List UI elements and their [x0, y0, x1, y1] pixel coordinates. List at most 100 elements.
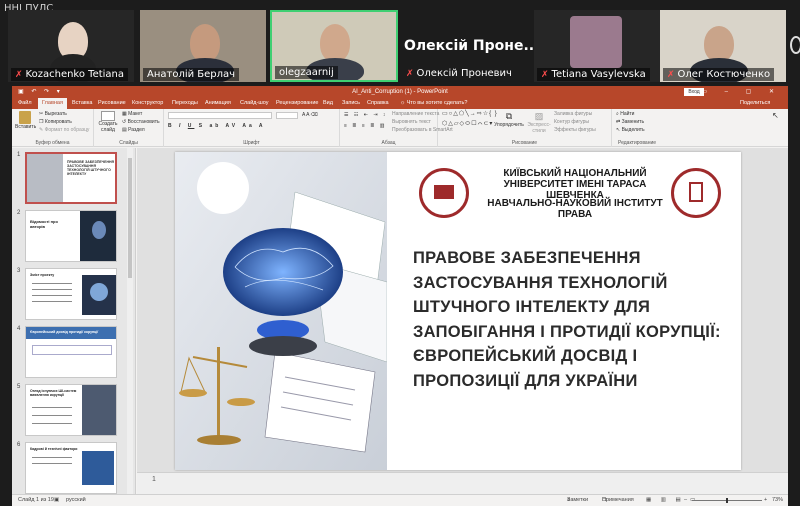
mic-off-icon: ✗	[667, 70, 675, 80]
tell-me-search[interactable]: ☼ Что вы хотите сделать?	[400, 98, 467, 109]
format-painter-button[interactable]: ✎ Формат по образцу	[39, 127, 89, 133]
replace-button[interactable]: ⇄ Заменить	[616, 119, 644, 125]
participant-tile-3[interactable]: olegzaarnij	[270, 10, 398, 82]
slide-thumbnail-1[interactable]: ПРАВОВЕ ЗАБЕЗПЕЧЕННЯ ЗАСТОСУВАННЯ ТЕХНОЛ…	[25, 152, 117, 204]
section-button[interactable]: ▤ Раздел	[122, 127, 145, 133]
cut-button[interactable]: ✂ Вырезать	[39, 111, 67, 117]
thumbnail-image	[82, 451, 114, 485]
tab-insert[interactable]: Вставка	[72, 98, 92, 109]
shape-effects-button[interactable]: Эффекты фигуры	[554, 127, 596, 133]
font-size-controls[interactable]: A A ⌫	[302, 112, 318, 118]
seal-building-icon	[434, 185, 454, 199]
font-size-select[interactable]	[276, 112, 298, 119]
participant-tile-5[interactable]: ✗ Tetiana Vasylevska	[534, 10, 660, 82]
zoom-level[interactable]: 73%	[772, 495, 783, 506]
tab-help[interactable]: Справка	[367, 98, 389, 109]
language-indicator[interactable]: русский	[66, 495, 86, 506]
zoom-out-button[interactable]: –	[684, 495, 687, 506]
status-bar: Слайд 1 из 19 ▣ русский ≡ Заметки ▭ Прим…	[12, 494, 788, 506]
share-button[interactable]: Поделиться	[740, 98, 770, 109]
tab-home[interactable]: Главная	[38, 98, 67, 109]
group-label: Шрифт	[243, 140, 260, 146]
current-slide[interactable]: КИЇВСЬКИЙ НАЦІОНАЛЬНИЙ УНІВЕРСИТЕТ ІМЕНІ…	[175, 152, 741, 470]
group-label: Редактирование	[617, 140, 657, 146]
reset-button[interactable]: ↺ Восстановить	[122, 119, 160, 125]
conference-menu-icon[interactable]	[790, 36, 800, 54]
font-family-select[interactable]	[168, 112, 272, 119]
tab-draw[interactable]: Рисование	[98, 98, 126, 109]
layout-button[interactable]: ▦ Макет	[122, 111, 142, 117]
group-slides: Создать слайд ▦ Макет ↺ Восстановить ▤ Р…	[94, 109, 164, 147]
tab-review[interactable]: Рецензирование	[276, 98, 318, 109]
thumbnail-caption: Європейський досвід протидії корупції	[30, 330, 99, 334]
copy-button[interactable]: ❐ Копировать	[39, 119, 72, 125]
group-label: Слайды	[119, 140, 138, 146]
collapse-ribbon-icon[interactable]: ↖	[772, 112, 779, 120]
new-slide-button[interactable]: Создать слайд	[97, 111, 119, 133]
notes-pane[interactable]	[137, 472, 788, 494]
title-bar: ▣ ↶ ↷ ▾ AI_Anti_Corruption (1) - PowerPo…	[12, 86, 788, 98]
quick-styles-button[interactable]: ▨ Экспресс-стили	[526, 111, 552, 134]
thumbnail-number: 1	[17, 152, 21, 158]
participant-name: ✗ Tetiana Vasylevska	[537, 68, 650, 81]
university-seal-logo	[419, 168, 469, 218]
zoom-slider-handle[interactable]	[726, 498, 728, 503]
thumbnail-text-line	[32, 457, 72, 458]
shape-fill-button[interactable]: Заливка фигуры	[554, 111, 592, 117]
participant-name: ✗ Олег Костюченко	[663, 68, 775, 81]
scrollbar-thumb[interactable]	[128, 158, 132, 278]
list-buttons[interactable]: ☰ ☷ ⇤ ⇥ ↕	[344, 112, 387, 118]
tab-view[interactable]: Вид	[323, 98, 333, 109]
participant-tile-6[interactable]: ✗ Олег Костюченко	[660, 10, 786, 82]
participant-tile-1[interactable]: ✗ Kozachenko Tetiana	[8, 10, 134, 82]
tab-file[interactable]: Файл	[18, 98, 32, 109]
slide-thumbnail-4[interactable]: Європейський досвід протидії корупції	[25, 326, 117, 378]
font-format-buttons[interactable]: B I U S ab AV Aa A	[168, 123, 266, 129]
align-buttons[interactable]: ≡ ≣ ≡ ≣ ▥	[344, 123, 387, 129]
participant-name: Анатолій Берлач	[143, 68, 240, 81]
institute-seal-logo	[671, 168, 721, 218]
ribbon-tabs: Файл Главная Вставка Рисование Конструкт…	[12, 98, 788, 109]
align-text-button[interactable]: Выровнять текст	[392, 119, 431, 125]
paste-button[interactable]: Вставить	[15, 111, 36, 130]
slide-title[interactable]: ПРАВОВЕ ЗАБЕЗПЕЧЕННЯ ЗАСТОСУВАННЯ ТЕХНОЛ…	[413, 246, 733, 393]
powerpoint-window: ▣ ↶ ↷ ▾ AI_Anti_Corruption (1) - PowerPo…	[12, 86, 788, 506]
participant-avatar	[570, 16, 622, 68]
new-slide-icon	[101, 111, 115, 121]
tab-slideshow[interactable]: Слайд-шоу	[240, 98, 269, 109]
participant-tile-2[interactable]: Анатолій Берлач	[140, 10, 266, 82]
slide-thumbnail-3[interactable]: Зміст проекту	[25, 268, 117, 320]
arrange-button[interactable]: ⧉ Упорядочить	[494, 111, 524, 128]
thumbnails-scrollbar[interactable]	[127, 148, 133, 494]
slide-thumbnail-5[interactable]: Огляд існуючих ШІ-систем виявлення коруп…	[25, 384, 117, 436]
slide-thumbnail-6[interactable]: Кадрові й технічні фактори	[25, 442, 117, 494]
shapes-gallery[interactable]: ▭○△⬠╲→⇨☆{ }	[442, 111, 498, 117]
slide-position: Слайд 1 из 19	[18, 497, 54, 503]
group-drawing: ▭○△⬠╲→⇨☆{ } ⬡△▱◇⬭☐⌒⊂▾ ⧉ Упорядочить ▨ Эк…	[438, 109, 612, 147]
video-conference-strip: ННІ ПУЛС ✗ Kozachenko Tetiana Анатолій Бе…	[0, 0, 800, 86]
shape-outline-button[interactable]: Контур фигуры	[554, 119, 589, 125]
tab-design[interactable]: Конструктор	[132, 98, 163, 109]
thumbnail-text-line	[32, 295, 72, 296]
tab-record[interactable]: Запись	[342, 98, 360, 109]
group-editing: ⌕ Найти ⇄ Заменить ↖ Выделить Редактиров…	[612, 109, 662, 147]
thumbnail-text-line	[32, 301, 72, 302]
group-clipboard: Вставить ✂ Вырезать ❐ Копировать ✎ Форма…	[12, 109, 94, 147]
find-button[interactable]: ⌕ Найти	[616, 111, 634, 117]
shapes-gallery-row2[interactable]: ⬡△▱◇⬭☐⌒⊂▾	[442, 121, 493, 127]
thumbnail-caption: ПРАВОВЕ ЗАБЕЗПЕЧЕННЯ ЗАСТОСУВАННЯ ТЕХНОЛ…	[67, 160, 115, 176]
text-direction-button[interactable]: Направление текста	[392, 111, 439, 117]
zoom-in-button[interactable]: +	[764, 495, 767, 506]
clear-format-icon: ⌫	[310, 112, 318, 118]
thumbnail-number: 5	[17, 384, 21, 390]
tab-animations[interactable]: Анимация	[205, 98, 231, 109]
tab-transitions[interactable]: Переходы	[172, 98, 198, 109]
spellcheck-icon[interactable]: ▣	[54, 495, 59, 506]
thumbnail-text-line	[32, 423, 72, 424]
slide-thumbnail-2[interactable]: Відомості про авторів	[25, 210, 117, 262]
thumbnail-number: 2	[17, 210, 21, 216]
select-button[interactable]: ↖ Выделить	[616, 127, 645, 133]
window-controls[interactable]: ▭ – ▢ ✕	[701, 86, 782, 98]
thumbnail-text-line	[32, 289, 72, 290]
participant-display-name: Олексій Проне...	[404, 38, 540, 54]
